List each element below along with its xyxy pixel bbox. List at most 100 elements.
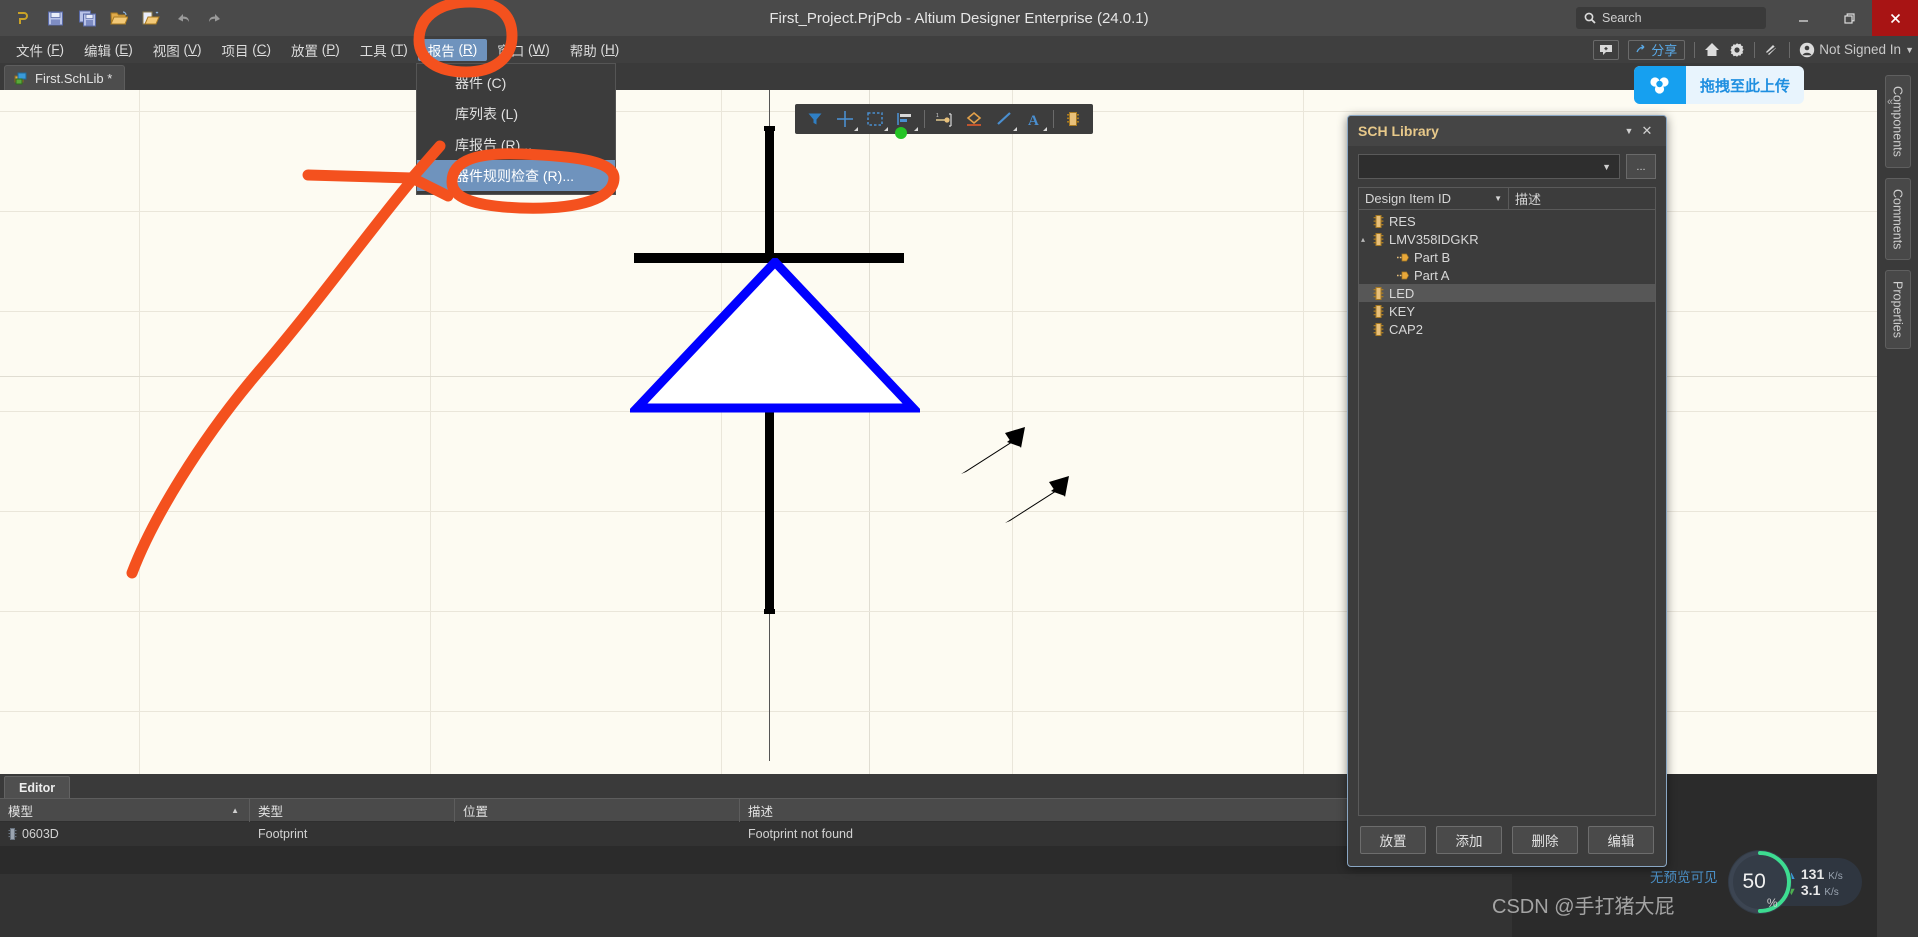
sort-ascending-icon: ▲	[231, 805, 239, 815]
menu-option-label: 器件规则检查 (R)...	[455, 167, 574, 184]
undo-icon[interactable]	[168, 3, 198, 33]
maximize-button[interactable]	[1826, 0, 1872, 36]
close-button[interactable]	[1872, 0, 1918, 36]
drag-upload-widget[interactable]: 拖拽至此上传	[1634, 66, 1804, 104]
sch-library-buttons: 放置 添加 删除 编辑	[1348, 816, 1666, 866]
menu-item-place[interactable]: 放置 (P)	[281, 39, 350, 61]
menu-item-window[interactable]: 窗口 (W)	[487, 39, 560, 61]
expander-icon[interactable]: ▴	[1361, 235, 1365, 244]
cell-type: Footprint	[258, 827, 308, 841]
menu-label: 编辑	[84, 43, 111, 59]
menu-item-project[interactable]: 项目 (C)	[212, 39, 282, 61]
column-design-item-id[interactable]: Design Item ID ▼	[1359, 188, 1509, 210]
collapse-arrows-icon[interactable]: «	[1887, 96, 1893, 108]
place-line-icon[interactable]	[990, 106, 1018, 132]
save-all-icon[interactable]	[72, 3, 102, 33]
menu-option-library-report[interactable]: 库报告 (R)...	[417, 129, 615, 160]
menu-item-reports[interactable]: 报告 (R)	[417, 38, 488, 61]
gear-icon[interactable]	[1729, 42, 1745, 58]
window-controls: Search	[1576, 0, 1918, 36]
place-pin-icon[interactable]: 1	[930, 106, 958, 132]
menu-item-view[interactable]: 视图 (V)	[143, 39, 212, 61]
open-recent-icon[interactable]	[136, 3, 166, 33]
menu-bar: 文件 (F) 编辑 (E) 视图 (V) 项目 (C) 放置 (P) 工具 (T…	[0, 36, 1918, 63]
reports-dropdown-menu[interactable]: 器件 (C) 库列表 (L) 库报告 (R)... 器件规则检查 (R)...	[416, 63, 616, 195]
extensions-icon[interactable]	[1764, 43, 1780, 57]
sch-library-list[interactable]: Design Item ID ▼ 描述 RES ▴ LMV358IDGKR Pa…	[1358, 187, 1656, 816]
menu-accel: W	[532, 42, 546, 57]
home-icon[interactable]	[1704, 42, 1720, 57]
tab-editor[interactable]: Editor	[4, 776, 71, 798]
sidebar-item-components[interactable]: Components	[1884, 75, 1911, 168]
sch-library-panel[interactable]: SCH Library ▼ ✕ ▼ ... Design Item ID ▼ 描…	[1347, 115, 1667, 867]
sidebar-item-comments[interactable]: Comments	[1884, 177, 1911, 261]
menu-label: 报告	[427, 43, 455, 59]
right-sidebar: « Components Comments Properties	[1877, 63, 1918, 937]
menu-item-help[interactable]: 帮助 (H)	[560, 39, 630, 61]
upload-speed: ▲ 131 K/s	[1786, 866, 1862, 882]
menu-item-file[interactable]: 文件 (F)	[6, 39, 74, 61]
led-emission-arrows	[961, 427, 1069, 523]
cursor-snap-marker	[895, 127, 907, 139]
menu-accel: F	[51, 42, 60, 57]
share-button[interactable]: 分享	[1628, 39, 1686, 60]
redo-icon[interactable]	[200, 3, 230, 33]
doc-tab-first-schlib[interactable]: First.SchLib *	[4, 65, 126, 90]
close-icon[interactable]: ✕	[1638, 122, 1656, 140]
filter-icon[interactable]	[801, 106, 829, 132]
canvas-floating-toolbar[interactable]: 1 A	[795, 104, 1093, 134]
crosshair-icon[interactable]	[831, 106, 859, 132]
list-item[interactable]: CAP2	[1359, 320, 1655, 338]
account-button[interactable]: Not Signed In ▼	[1799, 42, 1914, 58]
menu-option-label: 库报告 (R)...	[455, 136, 532, 153]
search-input[interactable]: Search	[1576, 7, 1766, 29]
column-model[interactable]: 模型 ▲	[0, 798, 250, 822]
menu-option-component-report[interactable]: 器件 (C)	[417, 67, 615, 98]
cell-model: 0603D	[0, 822, 250, 846]
dropdown-corner	[914, 127, 918, 131]
menu-item-tools[interactable]: 工具 (T)	[350, 39, 418, 61]
list-item[interactable]: KEY	[1359, 302, 1655, 320]
menu-option-component-rule-check[interactable]: 器件规则检查 (R)...	[417, 160, 615, 191]
column-type[interactable]: 类型	[250, 798, 455, 822]
table-row[interactable]: 0603D Footprint Footprint not found	[0, 822, 1512, 846]
menu-item-edit[interactable]: 编辑 (E)	[74, 39, 143, 61]
delete-button[interactable]: 删除	[1512, 826, 1578, 854]
more-options-button[interactable]: ...	[1626, 154, 1656, 179]
download-value: 3.1	[1800, 882, 1821, 898]
library-filter-combobox[interactable]: ▼	[1358, 154, 1620, 179]
list-item[interactable]: Part A	[1359, 266, 1655, 284]
list-item[interactable]: Part B	[1359, 248, 1655, 266]
list-item-label: LMV358IDGKR	[1389, 231, 1479, 247]
add-button[interactable]: 添加	[1436, 826, 1502, 854]
column-description[interactable]: 描述	[1509, 188, 1547, 210]
list-item[interactable]: ▴ LMV358IDGKR	[1359, 230, 1655, 248]
place-component-icon[interactable]	[1059, 106, 1087, 132]
menu-option-library-list[interactable]: 库列表 (L)	[417, 98, 615, 129]
list-item-label: CAP2	[1389, 321, 1423, 337]
place-polygon-icon[interactable]	[960, 106, 988, 132]
place-button[interactable]: 放置	[1360, 826, 1426, 854]
menu-accel: P	[326, 42, 336, 57]
save-icon[interactable]	[40, 3, 70, 33]
menu-accel: V	[188, 42, 198, 57]
altium-logo-icon[interactable]	[8, 3, 38, 33]
edit-button[interactable]: 编辑	[1588, 826, 1654, 854]
comment-icon[interactable]	[1593, 39, 1620, 60]
minimize-button[interactable]	[1780, 0, 1826, 36]
sidebar-item-properties[interactable]: Properties	[1884, 270, 1911, 350]
place-text-icon[interactable]: A	[1020, 106, 1048, 132]
dropdown-corner	[884, 127, 888, 131]
list-item-led[interactable]: LED	[1359, 284, 1655, 302]
dropdown-corner	[854, 127, 858, 131]
select-rect-icon[interactable]	[861, 106, 889, 132]
share-label: 分享	[1651, 43, 1678, 58]
cpu-usage-gauge[interactable]: 50 %	[1726, 848, 1794, 916]
list-item[interactable]: RES	[1359, 212, 1655, 230]
led-component-symbol[interactable]	[630, 90, 940, 774]
part-icon	[1397, 271, 1409, 279]
menu-accel: T	[395, 42, 404, 57]
open-folder-icon[interactable]	[104, 3, 134, 33]
column-location[interactable]: 位置	[455, 798, 740, 822]
chevron-down-icon[interactable]: ▼	[1620, 122, 1638, 140]
